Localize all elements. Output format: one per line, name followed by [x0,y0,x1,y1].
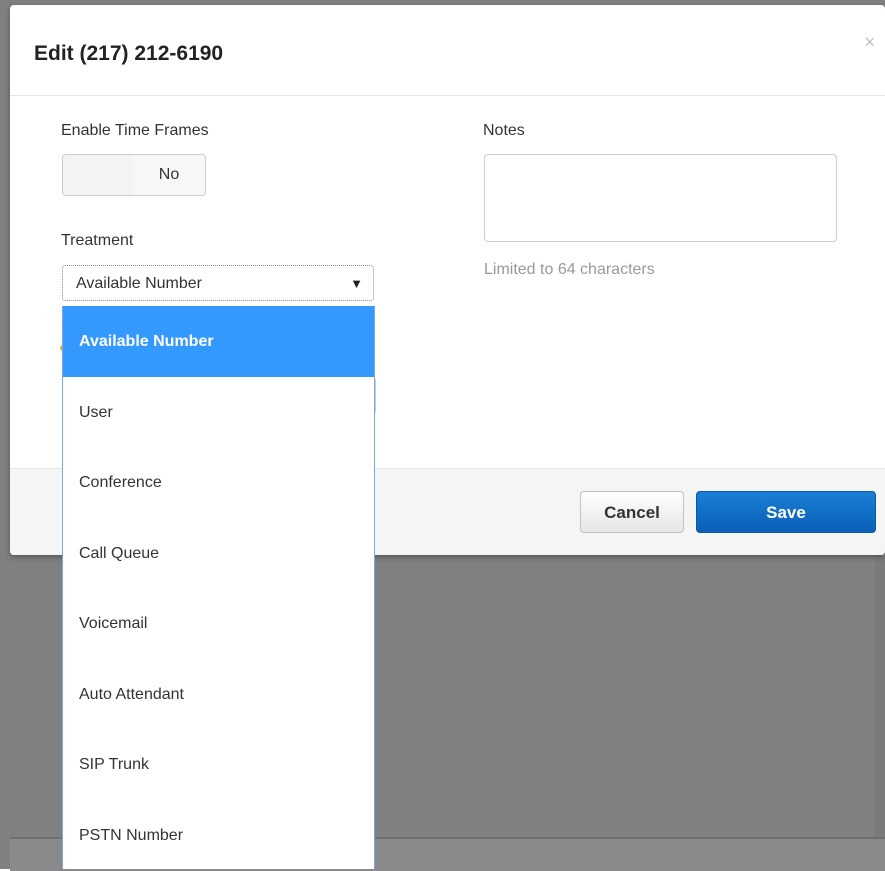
treatment-option-user[interactable]: User [63,377,374,448]
enable-time-frames-toggle[interactable]: No [62,154,206,196]
treatment-label: Treatment [61,232,134,249]
chevron-down-icon[interactable]: ▼ [350,266,363,302]
background-panel-edge [875,555,885,869]
cancel-button[interactable]: Cancel [580,491,684,533]
dialog-header: Edit (217) 212-6190 × [10,5,885,96]
treatment-option-conference[interactable]: Conference [63,447,374,518]
toggle-knob[interactable] [63,155,134,195]
toggle-value: No [133,155,205,195]
treatment-option-auto-attendant[interactable]: Auto Attendant [63,659,374,730]
treatment-select[interactable]: Available Number ▼ [62,265,374,301]
treatment-option-pstn-number[interactable]: PSTN Number [63,800,374,870]
dialog-title: Edit (217) 212-6190 [34,42,224,65]
treatment-option-voicemail[interactable]: Voicemail [63,588,374,659]
treatment-option-sip-trunk[interactable]: SIP Trunk [63,729,374,800]
close-icon[interactable]: × [864,33,875,51]
treatment-option-available-number[interactable]: Available Number [63,306,374,377]
notes-help-text: Limited to 64 characters [484,261,655,278]
enable-time-frames-label: Enable Time Frames [61,122,209,139]
notes-label: Notes [483,122,525,139]
save-button[interactable]: Save [696,491,876,533]
notes-textarea[interactable] [484,154,837,242]
treatment-dropdown-list: Available Number User Conference Call Qu… [62,306,375,869]
treatment-selected-value: Available Number [76,275,202,292]
treatment-option-call-queue[interactable]: Call Queue [63,518,374,589]
